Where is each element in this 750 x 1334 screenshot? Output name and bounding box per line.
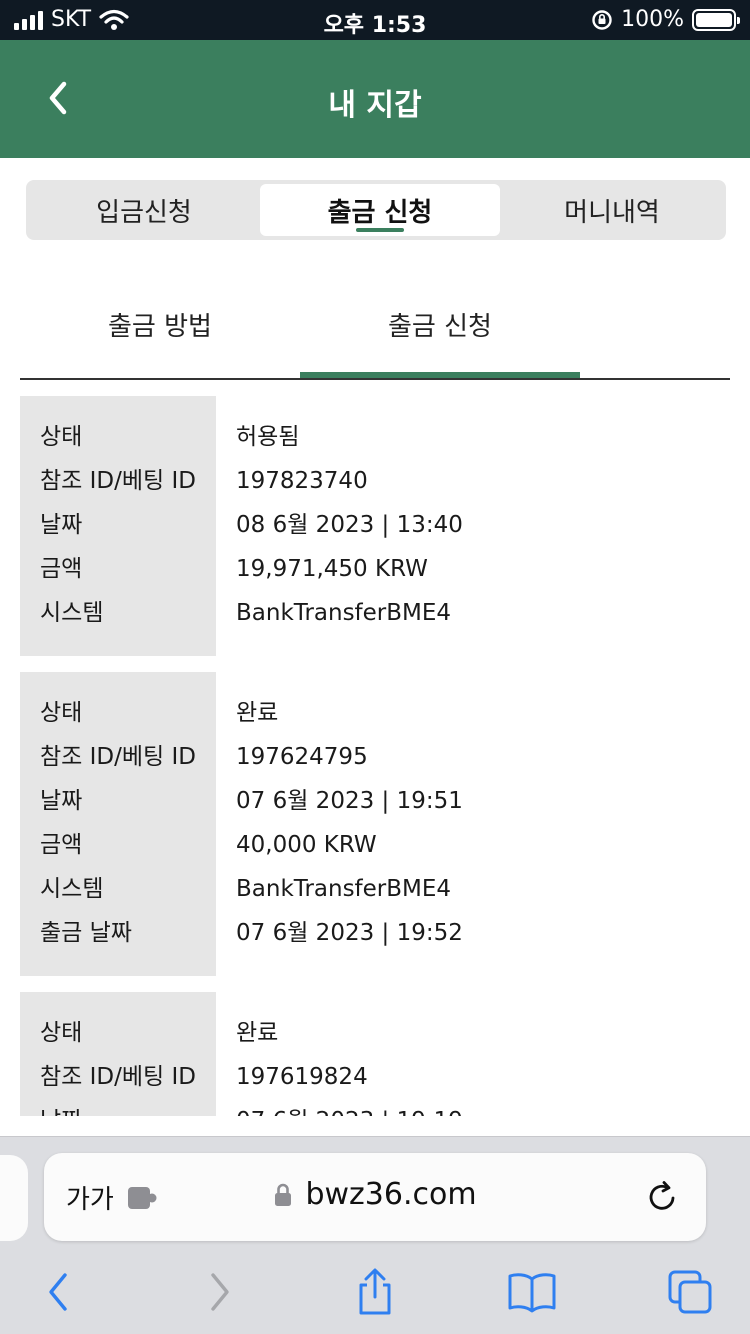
record-label: 상태 bbox=[40, 1020, 83, 1046]
record-values: 허용됨 197823740 08 6월 2023 | 13:40 19,971,… bbox=[216, 396, 730, 656]
sub-tabs: 출금 방법 출금 신청 bbox=[20, 290, 730, 380]
wallet-tabs: 입금신청 출금 신청 머니내역 bbox=[26, 180, 726, 240]
record-label: 출금 날짜 bbox=[40, 920, 132, 946]
subtab-withdraw-request[interactable]: 출금 신청 bbox=[300, 290, 580, 378]
tabs-button[interactable] bbox=[662, 1267, 718, 1317]
record-label: 날짜 bbox=[40, 788, 83, 814]
record-value: 완료 bbox=[236, 700, 279, 726]
record-values: 완료 197624795 07 6월 2023 | 19:51 40,000 K… bbox=[216, 672, 730, 976]
record-value: 허용됨 bbox=[236, 424, 300, 450]
record-card: 상태 참조 ID/베팅 ID 날짜 완료 197619824 07 6월 202… bbox=[20, 992, 730, 1116]
browser-forward-button[interactable] bbox=[192, 1267, 248, 1317]
record-value: BankTransferBME4 bbox=[236, 600, 452, 626]
battery-icon bbox=[692, 8, 740, 31]
record-labels: 상태 참조 ID/베팅 ID 날짜 bbox=[20, 992, 216, 1116]
record-value: 08 6월 2023 | 13:40 bbox=[236, 512, 463, 538]
status-right: 100% bbox=[591, 7, 740, 32]
record-value: 07 6월 2023 | 19:52 bbox=[236, 920, 463, 946]
previous-tab-pill[interactable] bbox=[0, 1155, 28, 1241]
record-value: 07 6월 2023 | 19:51 bbox=[236, 788, 463, 814]
subtab-withdraw-method[interactable]: 출금 방법 bbox=[20, 290, 300, 378]
tab-money-history[interactable]: 머니내역 bbox=[502, 184, 722, 236]
record-label: 날짜 bbox=[40, 512, 83, 538]
record-label: 참조 ID/베팅 ID bbox=[40, 744, 196, 770]
reload-icon bbox=[649, 1181, 675, 1210]
url-display[interactable]: bwz36.com bbox=[44, 1177, 706, 1212]
record-label: 참조 ID/베팅 ID bbox=[40, 1064, 196, 1090]
chevron-right-icon bbox=[211, 1273, 229, 1311]
subtab-label: 출금 방법 bbox=[108, 312, 212, 342]
record-labels: 상태 참조 ID/베팅 ID 날짜 금액 시스템 출금 날짜 bbox=[20, 672, 216, 976]
browser-bar: 가가 bwz36.com bbox=[0, 1136, 750, 1334]
url-text: bwz36.com bbox=[305, 1177, 477, 1212]
record-value: 197619824 bbox=[236, 1064, 368, 1090]
record-value: 40,000 KRW bbox=[236, 832, 377, 858]
active-tab-underline bbox=[356, 228, 404, 232]
bookmarks-icon bbox=[508, 1273, 556, 1313]
battery-percent: 100% bbox=[621, 7, 684, 32]
bookmarks-button[interactable] bbox=[504, 1267, 560, 1317]
record-label: 시스템 bbox=[40, 876, 104, 902]
reload-button[interactable] bbox=[642, 1177, 682, 1217]
withdrawal-records: 상태 참조 ID/베팅 ID 날짜 금액 시스템 허용됨 197823740 0… bbox=[20, 396, 730, 1116]
page-title: 내 지갑 bbox=[328, 88, 422, 123]
record-labels: 상태 참조 ID/베팅 ID 날짜 금액 시스템 bbox=[20, 396, 216, 656]
record-label: 상태 bbox=[40, 700, 83, 726]
subtab-label: 출금 신청 bbox=[388, 312, 492, 342]
chevron-left-icon bbox=[49, 1273, 67, 1311]
share-button[interactable] bbox=[347, 1267, 403, 1317]
tabs-icon bbox=[668, 1270, 712, 1314]
tab-withdraw-request[interactable]: 출금 신청 bbox=[260, 184, 500, 236]
record-label: 상태 bbox=[40, 424, 83, 450]
record-label: 시스템 bbox=[40, 600, 104, 626]
record-value: 07 6월 2023 | 19:19 bbox=[236, 1106, 730, 1116]
browser-back-button[interactable] bbox=[30, 1267, 86, 1317]
status-bar: SKT 오후 1:53 100% bbox=[0, 0, 750, 40]
tab-label: 출금 신청 bbox=[327, 197, 433, 228]
lock-icon bbox=[275, 1183, 292, 1206]
share-icon bbox=[359, 1268, 391, 1315]
record-label: 금액 bbox=[40, 832, 83, 858]
address-bar[interactable]: 가가 bwz36.com bbox=[44, 1153, 706, 1241]
rotation-lock-icon bbox=[592, 9, 612, 30]
record-values: 완료 197619824 07 6월 2023 | 19:19 bbox=[216, 992, 730, 1116]
battery-fill bbox=[696, 12, 732, 27]
record-card: 상태 참조 ID/베팅 ID 날짜 금액 시스템 허용됨 197823740 0… bbox=[20, 396, 730, 656]
record-value: BankTransferBME4 bbox=[236, 876, 452, 902]
record-value: 197823740 bbox=[236, 468, 368, 494]
record-label: 금액 bbox=[40, 556, 83, 582]
record-label: 참조 ID/베팅 ID bbox=[40, 468, 196, 494]
tab-deposit-request[interactable]: 입금신청 bbox=[30, 184, 258, 236]
record-label: 날짜 bbox=[40, 1106, 216, 1116]
record-value: 197624795 bbox=[236, 744, 368, 770]
record-card: 상태 참조 ID/베팅 ID 날짜 금액 시스템 출금 날짜 완료 197624… bbox=[20, 672, 730, 976]
subtab-active-indicator bbox=[300, 372, 580, 378]
record-value: 완료 bbox=[236, 1020, 279, 1046]
record-value: 19,971,450 KRW bbox=[236, 556, 428, 582]
app-header: 내 지갑 bbox=[0, 40, 750, 158]
browser-toolbar bbox=[0, 1255, 750, 1334]
tab-label: 입금신청 bbox=[96, 197, 192, 228]
tab-label: 머니내역 bbox=[564, 197, 660, 228]
